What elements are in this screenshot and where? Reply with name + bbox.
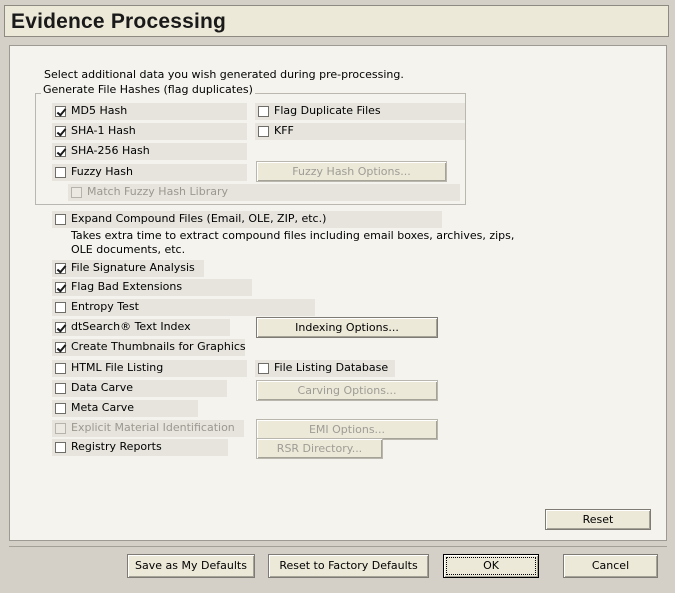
kff-checkbox[interactable]: KFF [255,123,465,140]
expand-description-line2: OLE documents, etc. [71,243,186,256]
title-bar: Evidence Processing [4,5,669,37]
file-signature-analysis-checkbox[interactable]: File Signature Analysis [52,260,204,277]
checkbox-box[interactable] [258,106,269,117]
checkbox-box[interactable] [258,126,269,137]
html-file-listing-checkbox[interactable]: HTML File Listing [52,360,247,377]
save-as-my-defaults-button[interactable]: Save as My Defaults [127,554,255,578]
checkbox-box[interactable] [55,282,66,293]
flag-duplicate-files-checkbox[interactable]: Flag Duplicate Files [255,103,465,120]
checkbox-box[interactable] [55,302,66,313]
entropy-test-checkbox[interactable]: Entropy Test [52,299,315,316]
footer-divider [9,546,667,547]
expand-description-line1: Takes extra time to extract compound fil… [71,229,515,242]
indexing-options-button[interactable]: Indexing Options... [256,317,438,338]
checkbox-box[interactable] [55,106,66,117]
create-thumbnails-checkbox[interactable]: Create Thumbnails for Graphics [52,339,246,356]
expand-compound-files-checkbox[interactable]: Expand Compound Files (Email, OLE, ZIP, … [52,211,442,228]
explicit-material-identification-checkbox[interactable]: Explicit Material Identification [52,420,244,437]
sha256-hash-checkbox[interactable]: SHA-256 Hash [52,143,247,160]
fuzzy-hash-options-button[interactable]: Fuzzy Hash Options... [256,161,447,182]
match-fuzzy-hash-library-checkbox[interactable]: Match Fuzzy Hash Library [68,184,460,201]
checkbox-box[interactable] [55,126,66,137]
reset-button[interactable]: Reset [545,509,651,530]
meta-carve-checkbox[interactable]: Meta Carve [52,400,198,417]
carving-options-button[interactable]: Carving Options... [256,380,438,401]
checkbox-box[interactable] [55,167,66,178]
reset-to-factory-defaults-button[interactable]: Reset to Factory Defaults [268,554,429,578]
rsr-directory-button[interactable]: RSR Directory... [256,438,383,459]
data-carve-checkbox[interactable]: Data Carve [52,380,227,397]
checkbox-box[interactable] [55,146,66,157]
checkbox-box[interactable] [55,342,66,353]
md5-hash-checkbox[interactable]: MD5 Hash [52,103,247,120]
checkbox-box[interactable] [55,363,66,374]
checkbox-box[interactable] [55,442,66,453]
ok-button[interactable]: OK [443,554,539,578]
checkbox-box[interactable] [258,363,269,374]
file-listing-database-checkbox[interactable]: File Listing Database [255,360,395,377]
checkbox-box[interactable] [71,187,82,198]
dialog-title: Evidence Processing [11,10,227,33]
checkbox-box[interactable] [55,322,66,333]
registry-reports-checkbox[interactable]: Registry Reports [52,439,228,456]
checkbox-box[interactable] [55,403,66,414]
intro-text: Select additional data you wish generate… [44,68,404,81]
dtsearch-text-index-checkbox[interactable]: dtSearch® Text Index [52,319,230,336]
flag-bad-extensions-checkbox[interactable]: Flag Bad Extensions [52,279,252,296]
sha1-hash-checkbox[interactable]: SHA-1 Hash [52,123,247,140]
checkbox-box[interactable] [55,383,66,394]
cancel-button[interactable]: Cancel [563,554,658,578]
evidence-processing-dialog: Evidence Processing Select additional da… [0,0,675,593]
checkbox-box[interactable] [55,423,66,434]
checkbox-box[interactable] [55,214,66,225]
fuzzy-hash-checkbox[interactable]: Fuzzy Hash [52,164,247,181]
emi-options-button[interactable]: EMI Options... [256,419,438,440]
hash-group-label: Generate File Hashes (flag duplicates) [41,83,255,97]
checkbox-box[interactable] [55,263,66,274]
